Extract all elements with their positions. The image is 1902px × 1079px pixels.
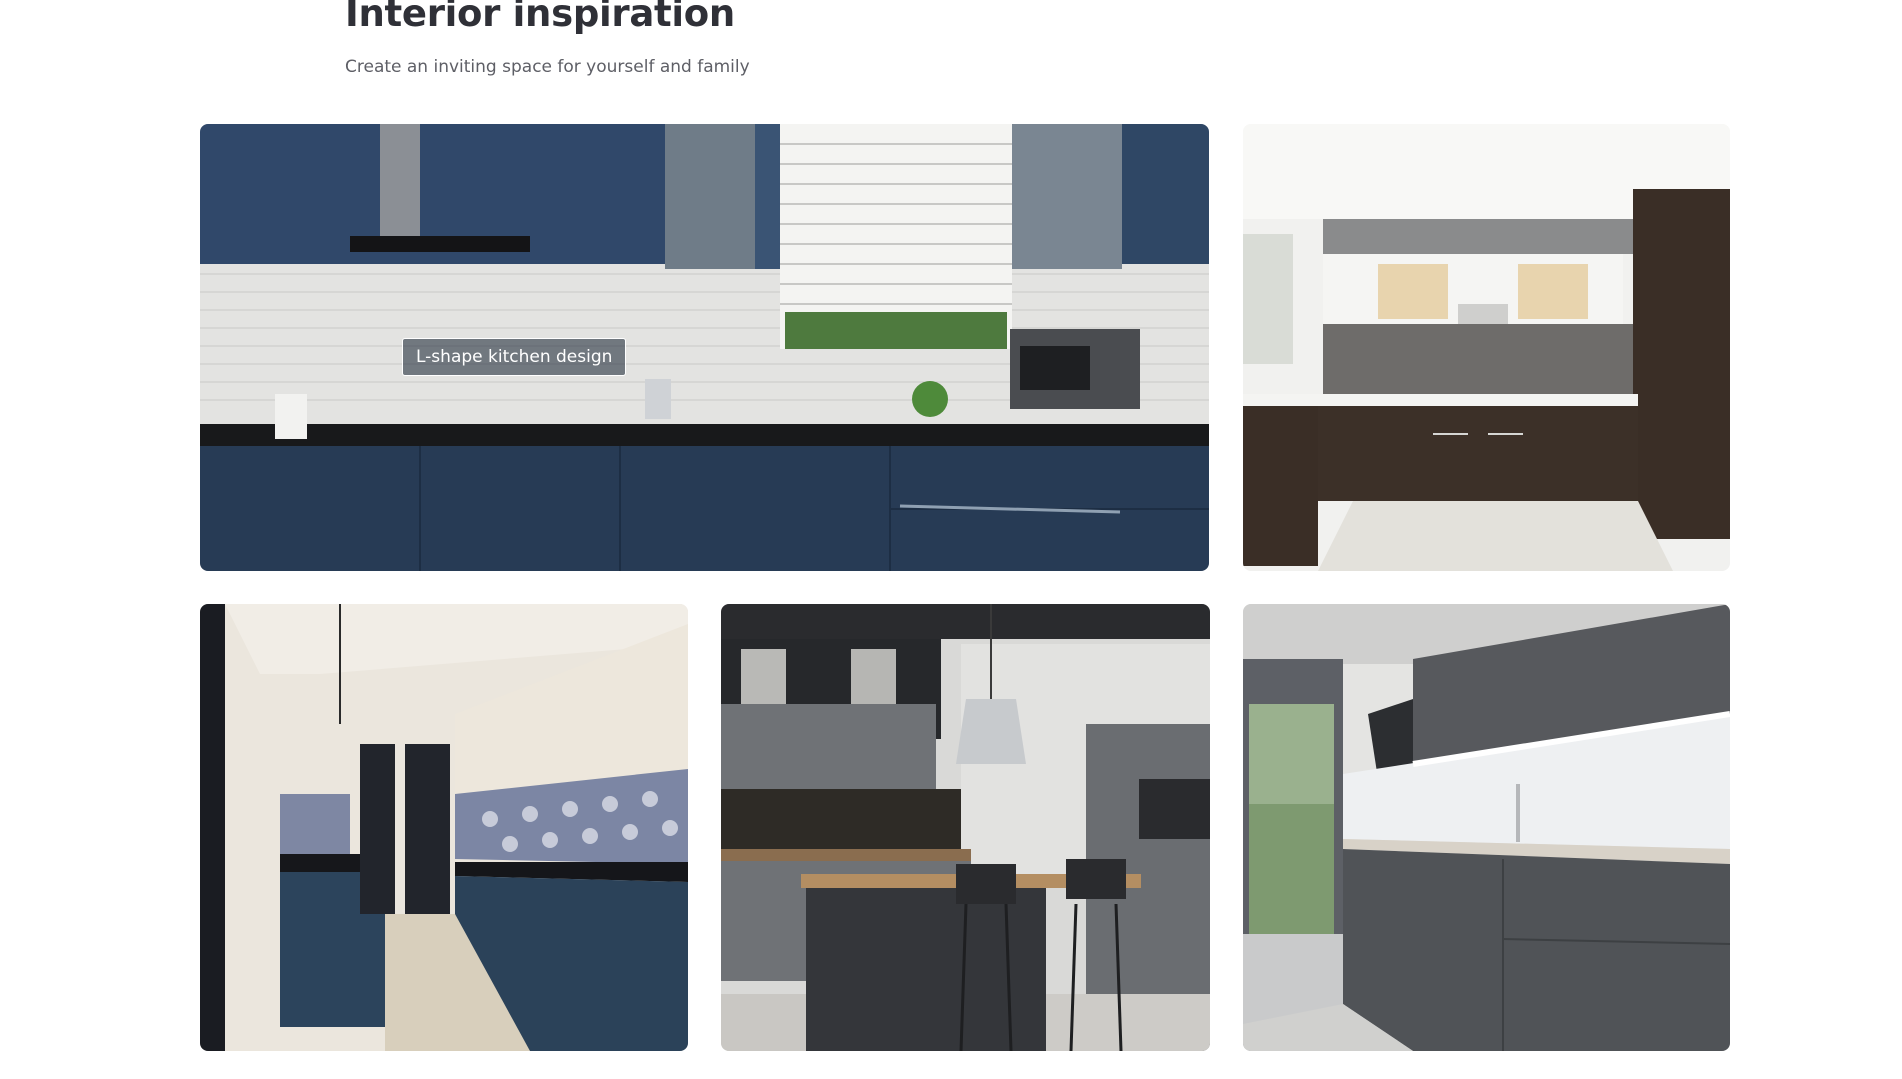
gallery-tile-parallel-kitchen[interactable] [200,604,688,1051]
interior-inspiration-section: Interior inspiration Create an inviting … [0,0,1902,1079]
gallery-tile-wood-u-shape-kitchen[interactable] [1243,124,1730,571]
kitchen-image-blue-l-shape [200,124,1209,571]
kitchen-image-parallel [200,604,688,1051]
kitchen-image-grey-balcony [1243,604,1730,1051]
section-subtitle: Create an inviting space for yourself an… [345,57,750,77]
section-title: Interior inspiration [345,0,735,35]
tile-caption-l-shape[interactable]: L-shape kitchen design [402,338,627,376]
gallery-tile-island-kitchen[interactable] [721,604,1210,1051]
gallery-tile-l-shape-kitchen[interactable] [200,124,1209,571]
gallery-tile-grey-kitchen[interactable] [1243,604,1730,1051]
kitchen-image-island [721,604,1210,1051]
kitchen-image-wood-u-shape [1243,124,1730,571]
